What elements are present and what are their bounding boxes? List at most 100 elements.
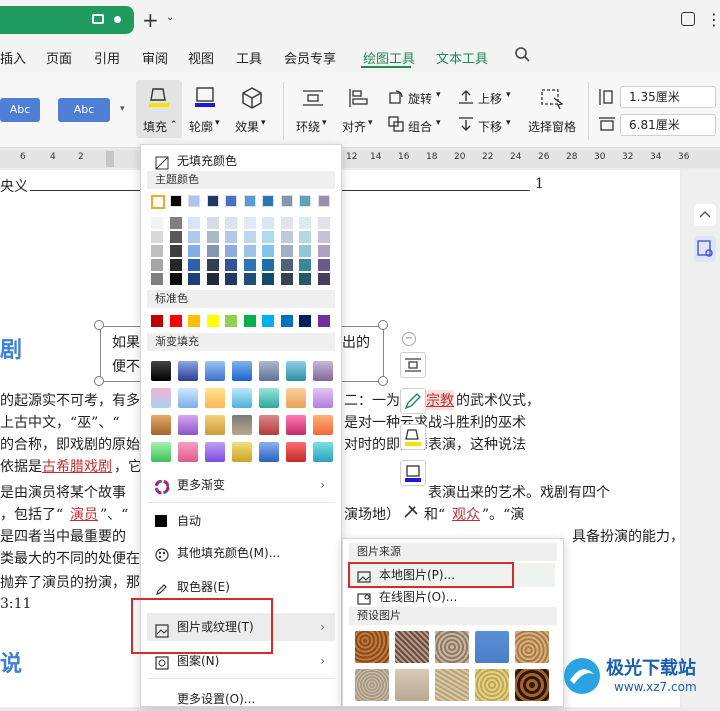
bring-forward-label[interactable]: 上移 bbox=[478, 90, 502, 107]
gradient-swatch[interactable] bbox=[259, 442, 279, 462]
resize-handle[interactable] bbox=[94, 320, 104, 330]
theme-color-swatch[interactable] bbox=[225, 231, 237, 243]
gradient-swatch[interactable] bbox=[205, 415, 225, 435]
theme-color-swatch[interactable] bbox=[169, 259, 182, 271]
theme-color-swatch[interactable] bbox=[151, 245, 163, 257]
theme-color-swatch[interactable] bbox=[262, 217, 274, 229]
bring-forward-icon[interactable] bbox=[458, 89, 474, 105]
theme-color-swatch[interactable] bbox=[243, 273, 256, 285]
gradient-swatch[interactable] bbox=[205, 442, 225, 462]
theme-color-swatch[interactable] bbox=[151, 259, 163, 271]
gradient-swatch[interactable] bbox=[286, 415, 306, 435]
send-backward-icon[interactable] bbox=[458, 116, 474, 132]
collapse-icon[interactable]: − bbox=[402, 332, 416, 346]
theme-color-swatch[interactable] bbox=[151, 195, 165, 209]
theme-color-swatch[interactable] bbox=[280, 195, 293, 207]
gradient-swatch[interactable] bbox=[232, 442, 252, 462]
theme-color-swatch[interactable] bbox=[206, 231, 219, 243]
theme-color-swatch[interactable] bbox=[188, 259, 200, 271]
more-gradient-item[interactable]: 更多渐变 › bbox=[147, 473, 335, 497]
theme-color-swatch[interactable] bbox=[206, 195, 219, 207]
theme-color-swatch[interactable] bbox=[151, 273, 163, 285]
new-tab-plus-icon[interactable]: + bbox=[142, 8, 159, 32]
theme-color-swatch[interactable] bbox=[169, 217, 182, 229]
theme-color-swatch[interactable] bbox=[206, 245, 219, 257]
gradient-swatch[interactable] bbox=[151, 361, 171, 381]
theme-color-swatch[interactable] bbox=[280, 259, 293, 271]
search-icon[interactable] bbox=[514, 46, 530, 62]
width-input[interactable]: 6.81厘米 bbox=[620, 114, 716, 136]
selection-pane-icon[interactable] bbox=[540, 88, 564, 110]
preset-texture-swatch[interactable] bbox=[395, 669, 429, 701]
preset-texture-swatch[interactable] bbox=[475, 631, 509, 663]
theme-color-swatch[interactable] bbox=[243, 245, 256, 257]
theme-color-swatch[interactable] bbox=[188, 195, 200, 207]
align-label[interactable]: 对齐 bbox=[342, 118, 366, 135]
theme-color-swatch[interactable] bbox=[317, 259, 330, 271]
tab-tools[interactable]: 工具 bbox=[236, 48, 262, 67]
online-picture-item[interactable]: 在线图片(O)... bbox=[349, 585, 555, 609]
rotate-label[interactable]: 旋转 bbox=[408, 90, 432, 107]
theme-color-swatch[interactable] bbox=[206, 259, 219, 271]
theme-color-swatch[interactable] bbox=[317, 245, 330, 257]
standard-color-swatch[interactable] bbox=[262, 315, 274, 327]
gradient-swatch[interactable] bbox=[205, 388, 225, 408]
gradient-swatch[interactable] bbox=[178, 388, 198, 408]
theme-color-swatch[interactable] bbox=[317, 231, 330, 243]
other-fill-colors-item[interactable]: 其他填充颜色(M)... bbox=[147, 541, 335, 565]
theme-color-swatch[interactable] bbox=[169, 245, 182, 257]
outline-icon[interactable] bbox=[400, 460, 426, 486]
ruler-indent-marker[interactable] bbox=[106, 151, 114, 167]
theme-color-swatch[interactable] bbox=[169, 273, 182, 285]
eyedropper-item[interactable]: 取色器(E) bbox=[147, 575, 335, 599]
gradient-swatch[interactable] bbox=[259, 415, 279, 435]
outline-icon[interactable] bbox=[192, 86, 218, 108]
gradient-swatch[interactable] bbox=[313, 388, 333, 408]
gradient-swatch[interactable] bbox=[232, 388, 252, 408]
theme-color-swatch[interactable] bbox=[280, 217, 293, 229]
theme-color-swatch[interactable] bbox=[317, 195, 330, 207]
no-fill-item[interactable]: 无填充颜色 bbox=[147, 149, 335, 173]
standard-color-swatch[interactable] bbox=[243, 315, 256, 327]
pen-icon[interactable] bbox=[400, 388, 426, 414]
auto-color-item[interactable]: 自动 bbox=[147, 509, 335, 533]
theme-color-swatch[interactable] bbox=[299, 217, 311, 229]
gradient-swatch[interactable] bbox=[313, 415, 333, 435]
theme-color-swatch[interactable] bbox=[225, 245, 237, 257]
preset-texture-swatch[interactable] bbox=[435, 669, 469, 701]
theme-color-swatch[interactable] bbox=[299, 195, 311, 207]
theme-color-swatch[interactable] bbox=[262, 231, 274, 243]
theme-color-swatch[interactable] bbox=[262, 195, 274, 207]
gradient-swatch[interactable] bbox=[286, 388, 306, 408]
theme-color-swatch[interactable] bbox=[243, 217, 256, 229]
preset-texture-swatch[interactable] bbox=[515, 631, 549, 663]
height-input[interactable]: 1.35厘米 bbox=[620, 86, 716, 108]
tab-text-tools[interactable]: 文本工具 bbox=[436, 48, 488, 67]
styles-expand-icon[interactable]: ▾ bbox=[120, 104, 125, 114]
tab-view[interactable]: 视图 bbox=[188, 48, 214, 67]
theme-color-swatch[interactable] bbox=[188, 217, 200, 229]
wrap-label[interactable]: 环绕 bbox=[296, 118, 320, 135]
theme-color-swatch[interactable] bbox=[225, 259, 237, 271]
gradient-swatch[interactable] bbox=[286, 442, 306, 462]
standard-color-swatch[interactable] bbox=[206, 315, 219, 327]
restore-window-icon[interactable] bbox=[681, 12, 695, 26]
shape-style-1[interactable]: Abc bbox=[0, 98, 40, 122]
theme-color-swatch[interactable] bbox=[299, 273, 311, 285]
tab-page[interactable]: 页面 bbox=[46, 48, 72, 67]
resize-handle[interactable] bbox=[378, 376, 388, 386]
tools-icon[interactable] bbox=[400, 500, 426, 522]
tab-member[interactable]: 会员专享 bbox=[284, 48, 336, 67]
standard-color-swatch[interactable] bbox=[280, 315, 293, 327]
group-label[interactable]: 组合 bbox=[408, 118, 432, 135]
preset-texture-swatch[interactable] bbox=[515, 669, 549, 701]
theme-color-swatch[interactable] bbox=[169, 195, 182, 207]
tab-drawing-tools[interactable]: 绘图工具 bbox=[363, 48, 415, 67]
theme-color-swatch[interactable] bbox=[188, 273, 200, 285]
layout-options-icon[interactable] bbox=[400, 352, 426, 378]
rotate-icon[interactable] bbox=[388, 89, 404, 105]
gradient-swatch[interactable] bbox=[232, 415, 252, 435]
gradient-swatch[interactable] bbox=[232, 361, 252, 381]
effect-cube-icon[interactable] bbox=[240, 86, 264, 110]
theme-color-swatch[interactable] bbox=[188, 231, 200, 243]
